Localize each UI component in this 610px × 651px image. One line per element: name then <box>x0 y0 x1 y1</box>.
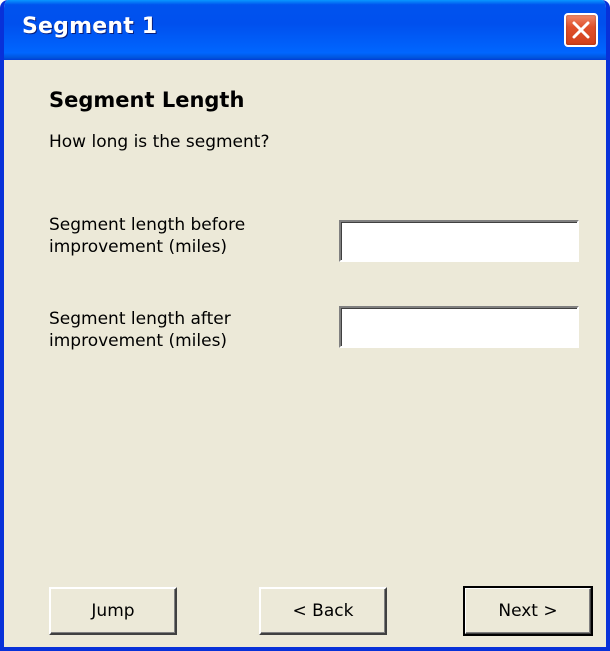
window-title: Segment 1 <box>22 14 158 39</box>
dialog-content: Segment Length How long is the segment? … <box>4 60 606 647</box>
dialog-window: Segment 1 Segment Length How long is the… <box>0 0 610 651</box>
close-icon <box>572 21 590 39</box>
title-bar[interactable]: Segment 1 <box>4 0 606 60</box>
close-button[interactable] <box>564 13 598 47</box>
back-button[interactable]: < Back <box>259 587 387 635</box>
length-before-label: Segment length before improvement (miles… <box>49 215 246 257</box>
next-button[interactable]: Next > <box>463 586 593 636</box>
section-heading: Segment Length <box>49 88 245 112</box>
jump-button[interactable]: Jump <box>49 587 177 635</box>
length-after-input[interactable] <box>339 306 579 348</box>
section-question: How long is the segment? <box>49 132 270 152</box>
length-before-input[interactable] <box>339 220 579 262</box>
length-after-label: Segment length after improvement (miles) <box>49 309 231 351</box>
